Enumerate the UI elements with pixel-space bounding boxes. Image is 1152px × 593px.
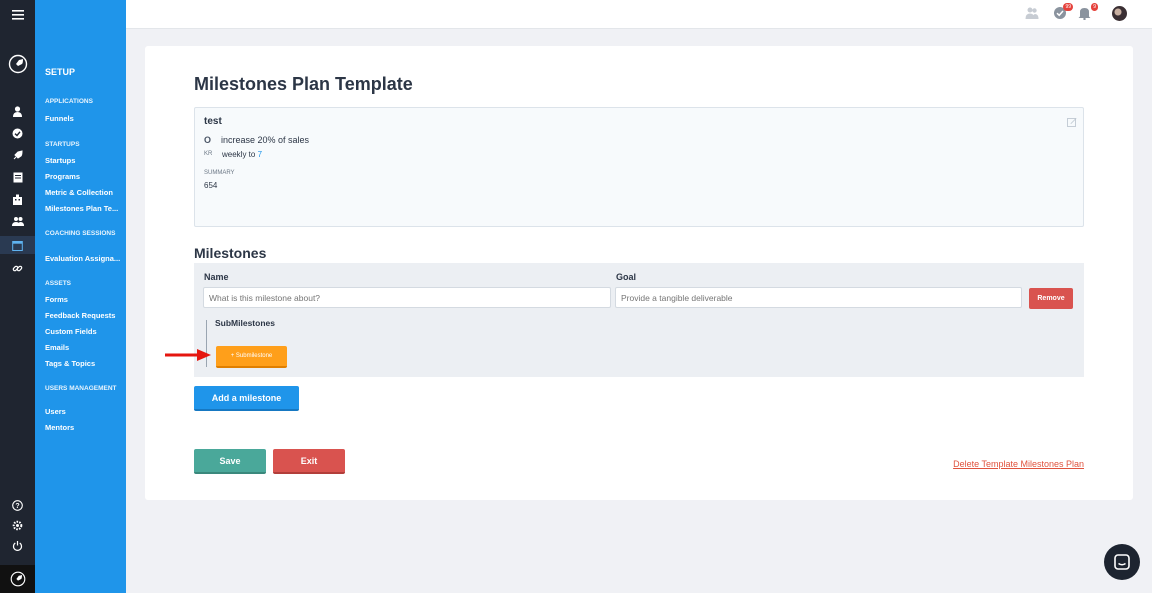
main-card: Milestones Plan Template test O increase… (145, 46, 1133, 500)
red-arrow-icon (165, 349, 211, 361)
sidebar-section-startups: STARTUPS (45, 141, 80, 148)
bell-icon[interactable]: 9 (1078, 3, 1098, 22)
sidebar-item-startups[interactable]: Startups (45, 156, 123, 165)
milestones-heading: Milestones (194, 245, 267, 261)
user-icon[interactable] (0, 102, 35, 120)
save-button[interactable]: Save (194, 449, 266, 474)
rocket-icon[interactable] (0, 146, 35, 164)
summary-value: 654 (204, 181, 218, 190)
sidebar-item-funnels[interactable]: Funnels (45, 114, 123, 123)
add-milestone-button[interactable]: Add a milestone (194, 386, 299, 411)
link-icon[interactable] (0, 259, 35, 277)
building-icon[interactable] (0, 190, 35, 208)
delete-template-link[interactable]: Delete Template Milestones Plan (953, 459, 1084, 469)
sidebar-item-mentors[interactable]: Mentors (45, 423, 123, 432)
avatar[interactable] (1112, 6, 1127, 21)
sidebar-section-coaching-sessions: COACHING SESSIONS (45, 230, 116, 237)
icon-rail: ? (0, 0, 35, 593)
notifications-badge: 9 (1091, 3, 1098, 11)
milestone-goal-input[interactable] (615, 287, 1022, 308)
key-result-text: weekly to 7 (222, 150, 262, 159)
objective-text: increase 20% of sales (221, 135, 310, 145)
people-icon[interactable] (1025, 6, 1041, 22)
key-result-value: 7 (257, 150, 263, 159)
sidebar-item-custom-fields[interactable]: Custom Fields (45, 327, 123, 336)
objective-marker: O (204, 135, 212, 145)
remove-milestone-button[interactable]: Remove (1029, 288, 1073, 309)
top-bar: 99 9 (126, 0, 1152, 29)
power-icon[interactable] (0, 536, 35, 554)
sidebar-item-evaluation-assignments[interactable]: Evaluation Assigna... (45, 254, 123, 263)
rocket-logo-icon[interactable] (0, 54, 35, 74)
brand-logo-icon (0, 565, 35, 593)
sidebar-title: SETUP (45, 67, 76, 77)
edit-icon[interactable] (1067, 114, 1077, 127)
milestone-row: Name Goal Remove SubMilestones + Submile… (194, 263, 1084, 377)
chat-launcher-button[interactable] (1104, 544, 1140, 580)
sidebar-section-users-management: USERS MANAGEMENT (45, 385, 117, 392)
sidebar-item-emails[interactable]: Emails (45, 343, 123, 352)
add-submilestone-button[interactable]: + Submilestone (216, 346, 287, 368)
milestone-name-input[interactable] (203, 287, 611, 308)
submilestones-label: SubMilestones (215, 318, 275, 328)
menu-icon[interactable] (0, 0, 35, 30)
summary-label: SUMMARY (204, 170, 235, 176)
help-icon[interactable]: ? (0, 496, 35, 514)
okr-title: test (204, 116, 222, 127)
tasks-check-icon[interactable]: 99 (1053, 3, 1073, 22)
key-result-marker: KR (204, 151, 213, 157)
sidebar-section-applications: APPLICATIONS (45, 98, 93, 105)
gear-icon[interactable] (0, 516, 35, 534)
calendar-icon[interactable] (0, 236, 35, 254)
document-icon[interactable] (0, 168, 35, 186)
tasks-badge: 99 (1063, 3, 1073, 11)
sidebar-item-feedback-requests[interactable]: Feedback Requests (45, 311, 123, 320)
setup-sidebar: SETUP APPLICATIONS Funnels STARTUPS Star… (35, 0, 126, 593)
goal-label: Goal (616, 272, 637, 282)
okr-summary-box: test O increase 20% of sales KR weekly t… (194, 107, 1084, 227)
sidebar-item-metric-collection[interactable]: Metric & Collection (45, 188, 123, 197)
key-result-label: weekly to (222, 150, 256, 159)
exit-button[interactable]: Exit (273, 449, 345, 474)
sidebar-item-programs[interactable]: Programs (45, 172, 123, 181)
page-title: Milestones Plan Template (194, 74, 413, 94)
sidebar-item-forms[interactable]: Forms (45, 295, 123, 304)
check-circle-icon[interactable] (0, 124, 35, 142)
sidebar-section-assets: ASSETS (45, 280, 72, 287)
sidebar-item-milestones-plan-templates[interactable]: Milestones Plan Te... (45, 204, 123, 213)
users-icon[interactable] (0, 212, 35, 230)
svg-text:?: ? (15, 503, 19, 510)
sidebar-item-users[interactable]: Users (45, 407, 123, 416)
chat-icon (1114, 554, 1130, 570)
sidebar-item-tags-topics[interactable]: Tags & Topics (45, 359, 123, 368)
name-label: Name (204, 272, 229, 282)
